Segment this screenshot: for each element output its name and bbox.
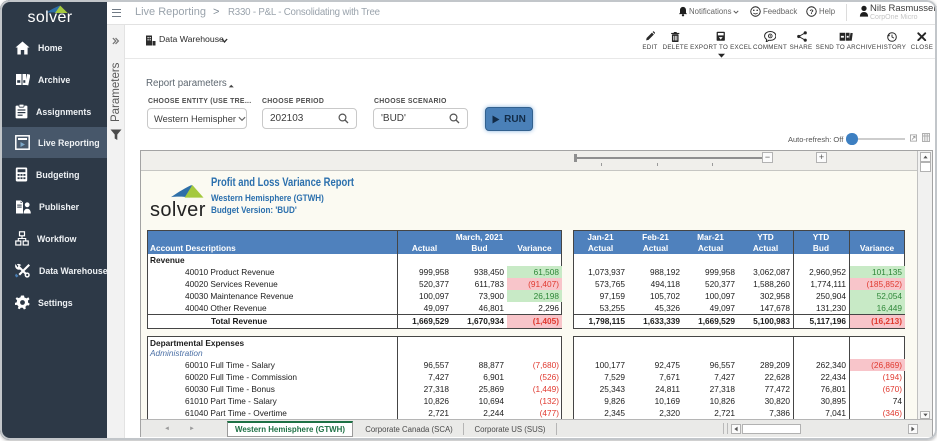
svg-text:?: ? (809, 9, 813, 16)
